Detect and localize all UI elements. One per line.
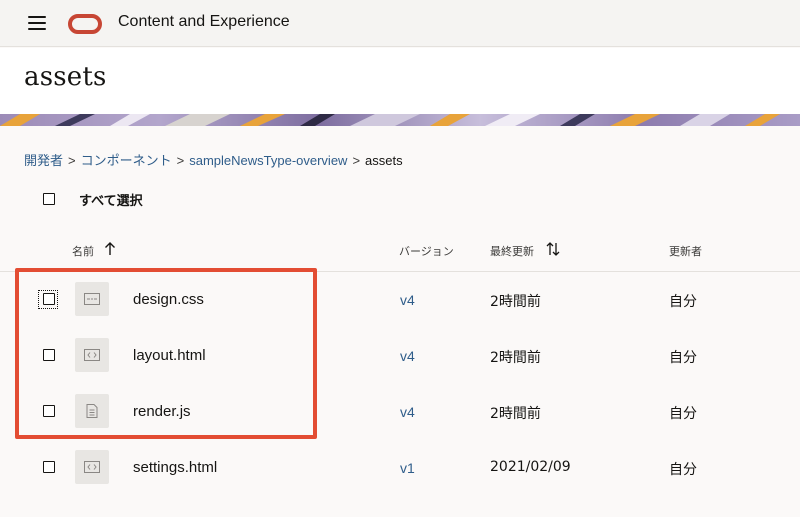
modified-by: 自分 [669,406,697,422]
table-row[interactable]: settings.html v1 2021/02/09 自分 [0,440,800,496]
breadcrumb: 開発者 > コンポーネント > sampleNewsType-overview > asse… [24,150,403,169]
decorative-banner [0,114,800,126]
page-title: assets [24,62,107,92]
select-all-label: すべて選択 [79,194,143,209]
modified-by: 自分 [669,350,697,366]
row-checkbox[interactable] [43,405,55,417]
breadcrumb-item-components[interactable]: コンポーネント [81,153,172,168]
select-all-checkbox[interactable] [43,193,55,205]
version-link[interactable]: v4 [400,292,415,308]
version-link[interactable]: v1 [400,460,415,476]
file-name[interactable]: settings.html [133,459,217,476]
hamburger-menu-icon[interactable] [28,16,46,30]
page-header: assets [0,48,800,114]
row-checkbox[interactable] [43,349,55,361]
top-bar: Content and Experience [0,0,800,47]
modified-time: 2時間前 [490,350,541,366]
focus-indicator [38,290,58,309]
column-header-modified[interactable]: 最終更新 [490,243,534,259]
js-file-icon [75,394,109,428]
modified-time: 2時間前 [490,406,541,422]
html-file-icon [75,338,109,372]
column-header-name[interactable]: 名前 [72,243,94,259]
column-header-modified-by: 更新者 [669,246,702,258]
file-name[interactable]: design.css [133,291,204,308]
file-name[interactable]: layout.html [133,347,206,364]
table-row[interactable]: design.css v4 2時間前 自分 [0,272,800,328]
table-row[interactable]: render.js v4 2時間前 自分 [0,384,800,440]
modified-time: 2時間前 [490,294,541,310]
breadcrumb-item-developer[interactable]: 開発者 [24,153,63,168]
breadcrumb-current: assets [365,153,403,168]
breadcrumb-separator: > [176,153,185,168]
modified-by: 自分 [669,294,697,310]
oracle-logo-icon [68,14,102,34]
sort-toggle-icon[interactable] [546,242,560,256]
modified-time: 2021/02/09 [490,459,571,475]
breadcrumb-item-component[interactable]: sampleNewsType-overview [189,153,347,168]
column-header-version: バージョン [399,246,454,258]
row-checkbox[interactable] [43,461,55,473]
version-link[interactable]: v4 [400,404,415,420]
app-title: Content and Experience [118,13,290,30]
breadcrumb-separator: > [68,153,76,168]
css-file-icon [75,282,109,316]
sort-ascending-icon[interactable] [104,242,116,256]
breadcrumb-separator: > [352,153,361,168]
table-row[interactable]: layout.html v4 2時間前 自分 [0,328,800,384]
modified-by: 自分 [669,462,697,478]
html-file-icon [75,450,109,484]
file-name[interactable]: render.js [133,403,191,420]
version-link[interactable]: v4 [400,348,415,364]
